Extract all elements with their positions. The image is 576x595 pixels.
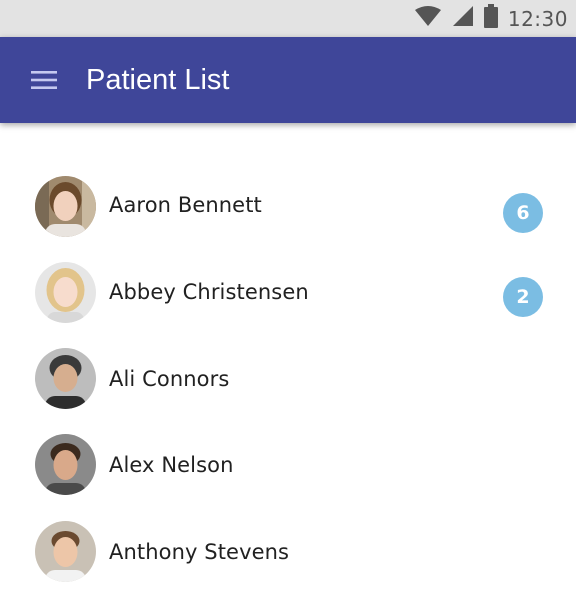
status-bar: 12:30 bbox=[0, 0, 576, 37]
list-item[interactable]: Abbey Christensen 2 bbox=[0, 250, 576, 336]
avatar bbox=[35, 262, 96, 323]
avatar bbox=[35, 348, 96, 409]
patient-name: Ali Connors bbox=[109, 367, 230, 391]
list-item[interactable]: Aaron Bennett 6 bbox=[0, 163, 576, 249]
avatar bbox=[35, 176, 96, 237]
battery-icon bbox=[483, 4, 498, 33]
avatar bbox=[35, 434, 96, 495]
avatar bbox=[35, 521, 96, 582]
page-title: Patient List bbox=[86, 64, 230, 96]
patient-name: Alex Nelson bbox=[109, 453, 234, 477]
app-bar: Patient List bbox=[0, 37, 576, 123]
list-item[interactable]: Ali Connors bbox=[0, 336, 576, 422]
patient-name: Anthony Stevens bbox=[109, 540, 290, 564]
patient-name: Abbey Christensen bbox=[109, 280, 309, 304]
patient-name: Aaron Bennett bbox=[109, 193, 262, 217]
cellular-signal-icon bbox=[452, 5, 474, 32]
status-time: 12:30 bbox=[507, 6, 568, 31]
list-item[interactable]: Anthony Stevens bbox=[0, 509, 576, 595]
wifi-icon bbox=[414, 5, 442, 32]
unread-count-badge: 6 bbox=[503, 193, 543, 233]
unread-count-badge: 2 bbox=[503, 277, 543, 317]
status-icons: 12:30 bbox=[414, 0, 568, 37]
list-item[interactable]: Alex Nelson bbox=[0, 422, 576, 508]
hamburger-menu-icon[interactable] bbox=[22, 60, 66, 100]
